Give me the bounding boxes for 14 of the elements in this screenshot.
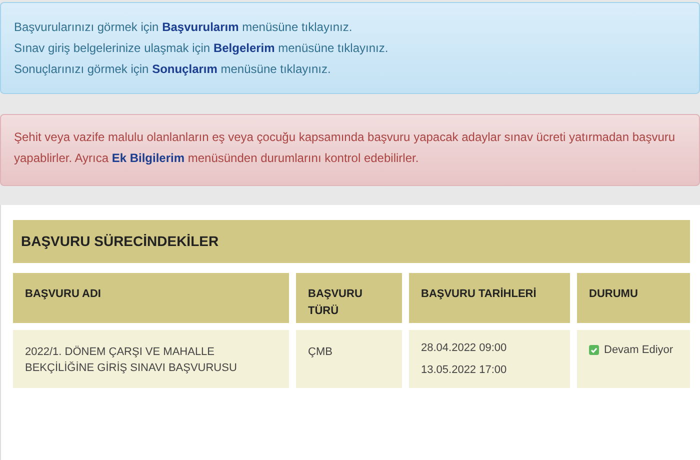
column-header: BAŞVURU ADI: [13, 273, 289, 323]
date-text: 28.04.2022 09:00: [421, 341, 508, 356]
info-text: Sonuçlarınızı görmek için Sonuçlarım menüsüne tıklayınız.: [14, 61, 332, 78]
warning-text: Şehit veya vazife malulu olanlanların eş veya çocuğu kapsamında başvuru yapacak adaylar sınav ücreti yatırmadan başvuru yapablirler. Ayrıca Ek Bilgilerim menüsünden durumlarını kontrol edebilirler.: [14, 129, 676, 167]
date-text: 13.05.2022 17:00: [421, 362, 508, 378]
info-text: Sınav giriş belgelerinize ulaşmak için Belgelerim menüsüne tıklayınız.: [14, 40, 390, 57]
status-text: Devam Ediyor: [604, 343, 674, 358]
column-header: DURUMU: [577, 273, 690, 323]
table-cell: 2022/1. DÖNEM ÇARŞI VE MAHALLE BEKÇİLİĞİNE GİRİŞ SINAVI BAŞVURUSU: [13, 330, 289, 388]
column-header: BAŞVURU TARİHLERİ: [409, 273, 570, 323]
table-cell: ÇMB: [296, 330, 402, 388]
panel-title: BAŞVURU SÜRECİNDEKİLER: [21, 232, 219, 251]
column-header: BAŞVURU TÜRÜ: [296, 273, 402, 323]
info-text: Başvurularınızı görmek için Başvurularım menüsüne tıklayınız.: [14, 19, 354, 36]
